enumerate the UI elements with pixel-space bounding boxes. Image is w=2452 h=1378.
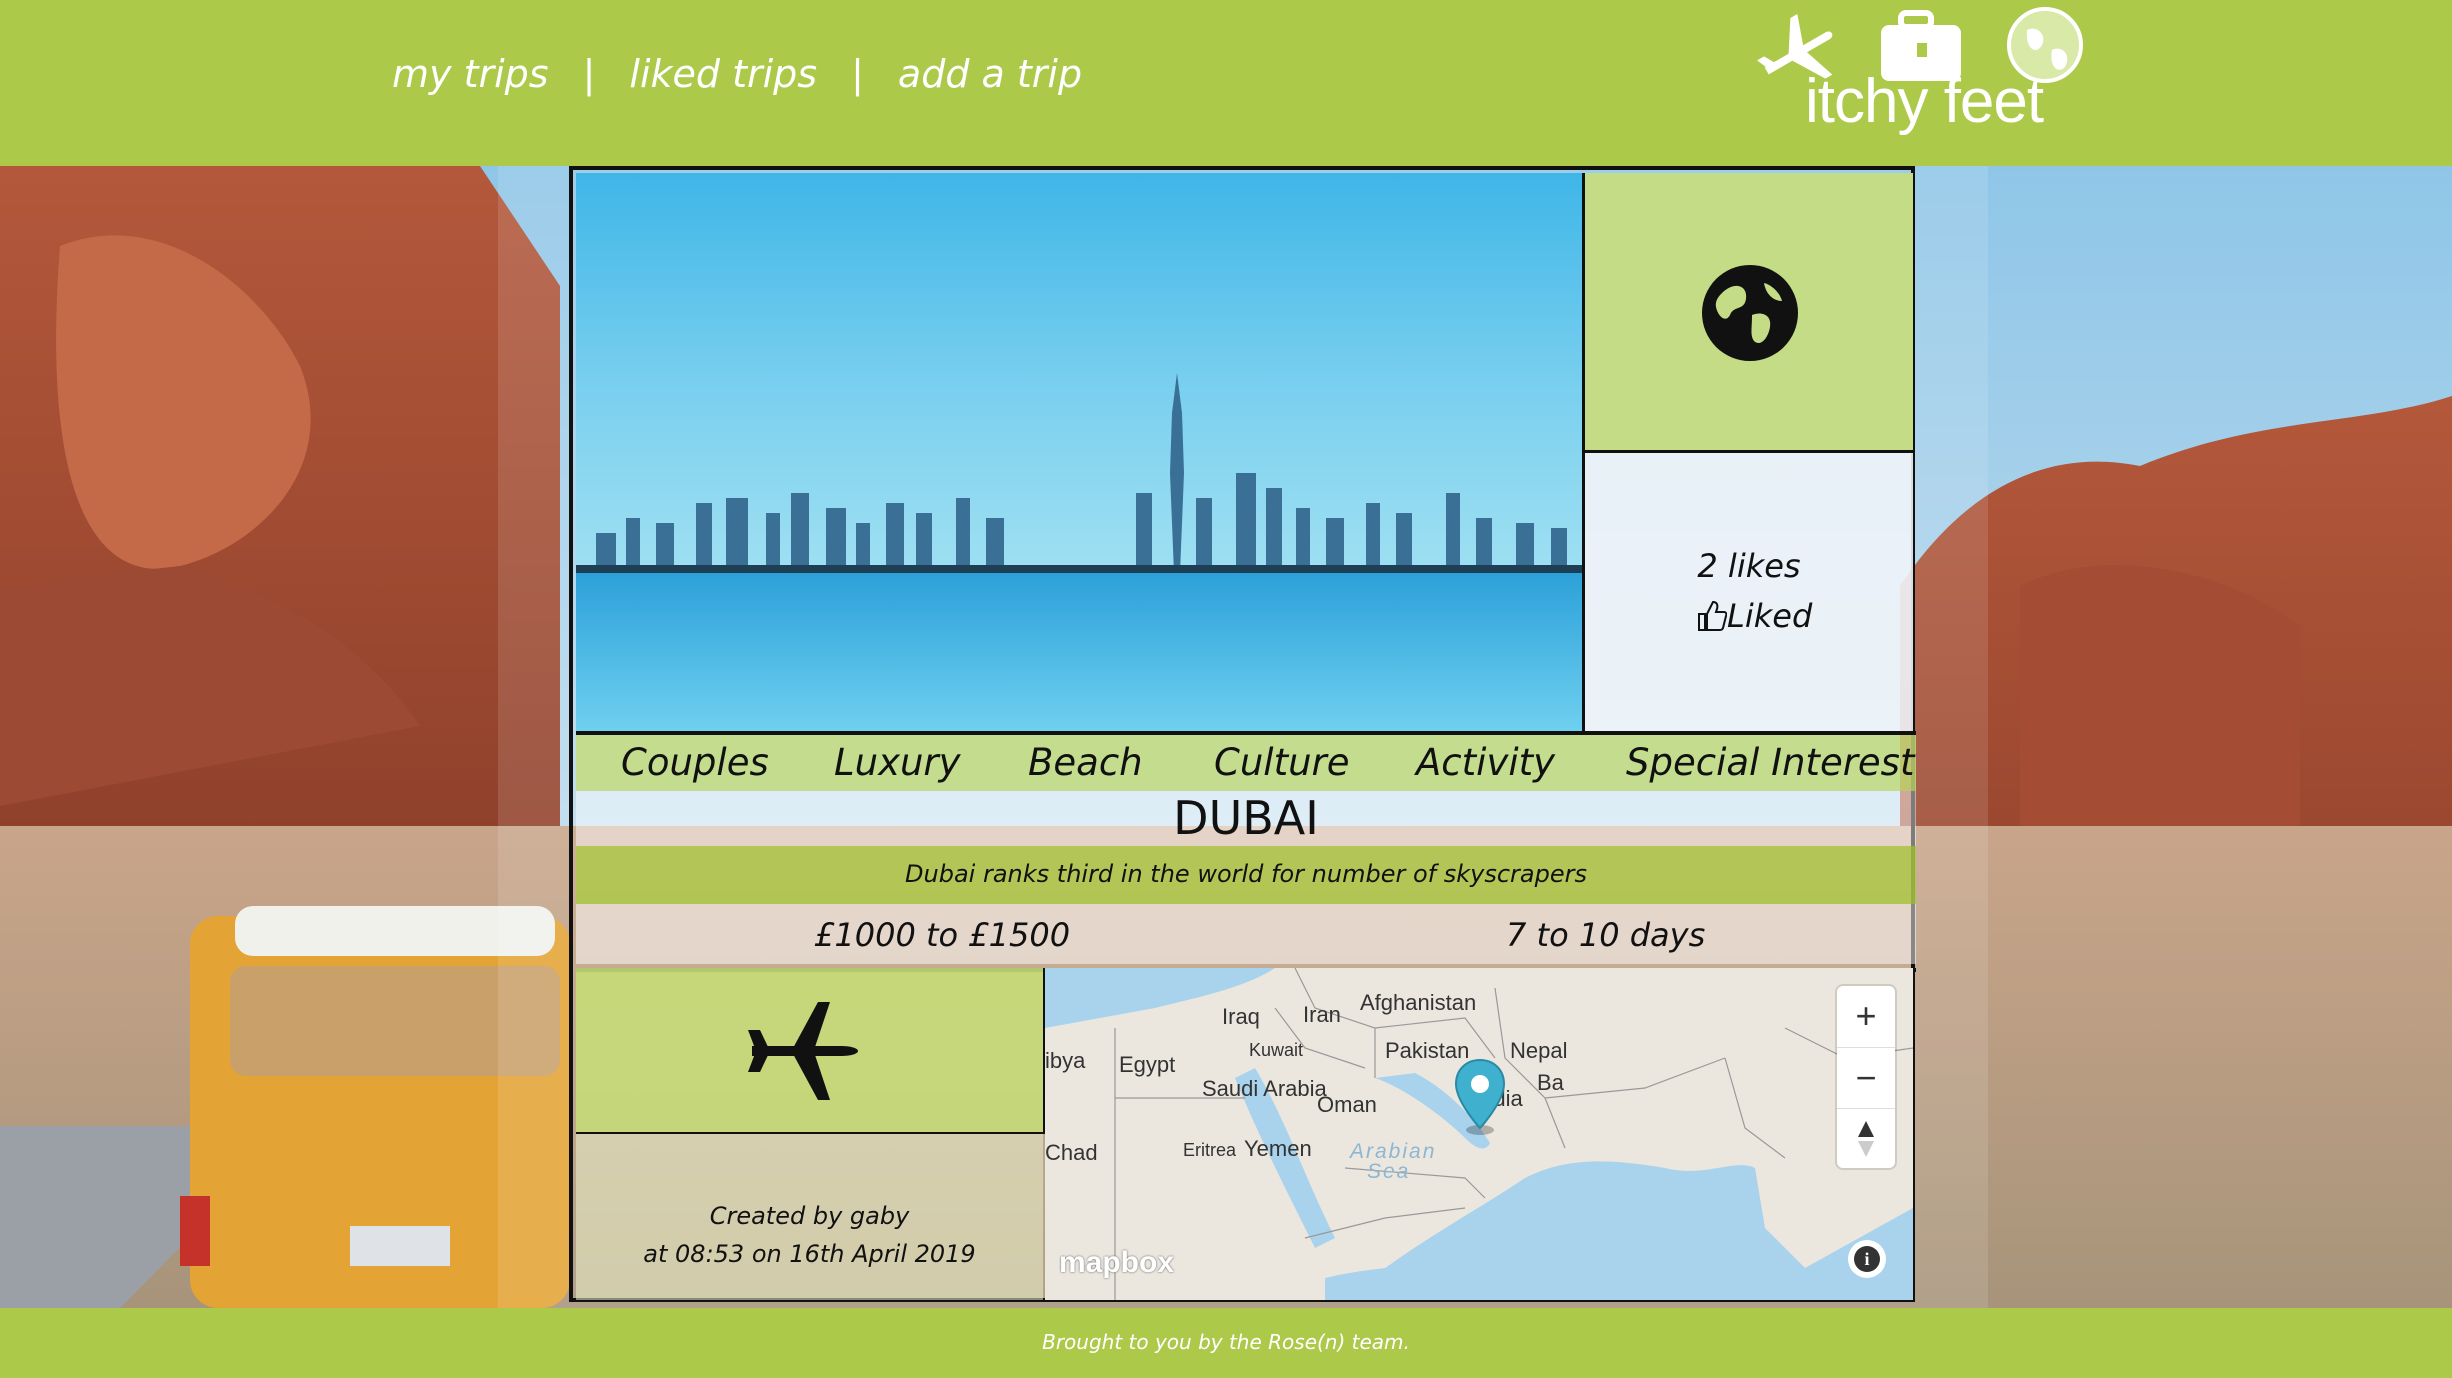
trip-card: 2 likes Liked Couples Luxury Beach Cultu…	[569, 166, 1916, 1302]
tag-special-interest: Special Interest	[1626, 741, 1915, 784]
compass-icon	[1858, 1121, 1874, 1157]
created-by: Created by gaby	[709, 1202, 910, 1230]
trip-map[interactable]: Iraq Iran Afghanistan Kuwait Pakistan Ne…	[1045, 968, 1913, 1300]
airplane-icon	[748, 1002, 858, 1100]
nav-separator: |	[582, 52, 596, 96]
trip-info-band: Couples Luxury Beach Culture Activity Sp…	[576, 731, 1916, 972]
creator-panel: Created by gaby at 08:53 on 16th April 2…	[576, 1134, 1043, 1300]
map-label-oman: Oman	[1317, 1092, 1377, 1117]
tag-luxury: Luxury	[834, 741, 961, 784]
info-icon: i	[1854, 1246, 1880, 1272]
map-info-button[interactable]: i	[1848, 1240, 1886, 1278]
nav-liked-trips[interactable]: liked trips	[629, 52, 817, 96]
zoom-out-button[interactable]: −	[1837, 1047, 1895, 1108]
site-header: my trips | liked trips | add a trip itch…	[0, 0, 2452, 166]
logo-text: itchy feet	[1805, 67, 2044, 136]
trip-duration: 7 to 10 days	[1506, 916, 1706, 954]
description-row: Dubai ranks third in the world for numbe…	[576, 846, 1916, 904]
globe-icon	[1702, 265, 1798, 361]
compass-button[interactable]	[1837, 1108, 1895, 1169]
title-row: DUBAI	[576, 791, 1916, 846]
map-label-kuwait: Kuwait	[1249, 1040, 1304, 1060]
mapbox-wordmark: mapbox	[1059, 1246, 1175, 1279]
map-controls: + −	[1837, 986, 1895, 1168]
dubai-skyline-image	[576, 173, 1582, 731]
trip-cost: £1000 to £1500	[814, 916, 1071, 954]
main-nav: my trips | liked trips | add a trip	[392, 52, 1082, 96]
map-label-bangladesh: Ba	[1537, 1070, 1564, 1095]
map-label-egypt: Egypt	[1119, 1052, 1176, 1077]
map-label-chad: Chad	[1045, 1140, 1098, 1165]
like-button[interactable]: Liked	[1697, 597, 1812, 635]
trip-meta-row: £1000 to £1500 7 to 10 days	[576, 904, 1916, 964]
zoom-in-button[interactable]: +	[1837, 986, 1895, 1046]
mapbox-logo[interactable]: mapbox	[1059, 1246, 1174, 1280]
map-label-sea: Sea	[1367, 1160, 1411, 1183]
liked-label: Liked	[1727, 597, 1813, 635]
map-label-iraq: Iraq	[1222, 1004, 1260, 1029]
site-footer: Brought to you by the Rose(n) team.	[0, 1308, 2452, 1378]
nav-add-trip[interactable]: add a trip	[898, 52, 1082, 96]
trip-hero-image	[576, 173, 1585, 731]
thumbs-up-icon	[1698, 600, 1727, 631]
transport-panel	[576, 968, 1045, 1134]
globe-panel	[1585, 173, 1913, 453]
map-label-nepal: Nepal	[1510, 1038, 1568, 1063]
footer-text: Brought to you by the Rose(n) team.	[1042, 1330, 1410, 1354]
created-at: at 08:53 on 16th April 2019	[643, 1240, 976, 1268]
map-label-afghanistan: Afghanistan	[1360, 990, 1477, 1015]
nav-separator: |	[851, 52, 864, 96]
map-label-iran: Iran	[1303, 1002, 1341, 1027]
map-label-eritrea: Eritrea	[1183, 1140, 1237, 1160]
trip-tags: Couples Luxury Beach Culture Activity Sp…	[576, 735, 1916, 791]
map-label-yemen: Yemen	[1244, 1136, 1312, 1161]
trip-description: Dubai ranks third in the world for numbe…	[905, 860, 1587, 888]
map-marker-icon[interactable]	[1452, 1056, 1508, 1136]
likes-panel: 2 likes Liked	[1585, 453, 1913, 731]
nav-my-trips[interactable]: my trips	[392, 52, 549, 96]
map-label-libya: ibya	[1045, 1048, 1086, 1073]
tag-culture: Culture	[1214, 741, 1350, 784]
tag-couples: Couples	[621, 741, 769, 784]
trip-title: DUBAI	[1173, 791, 1319, 845]
likes-count: 2 likes	[1697, 547, 1801, 585]
map-label-saudi-arabia: Saudi Arabia	[1202, 1076, 1327, 1101]
tag-activity: Activity	[1416, 741, 1556, 784]
tag-beach: Beach	[1028, 741, 1143, 784]
